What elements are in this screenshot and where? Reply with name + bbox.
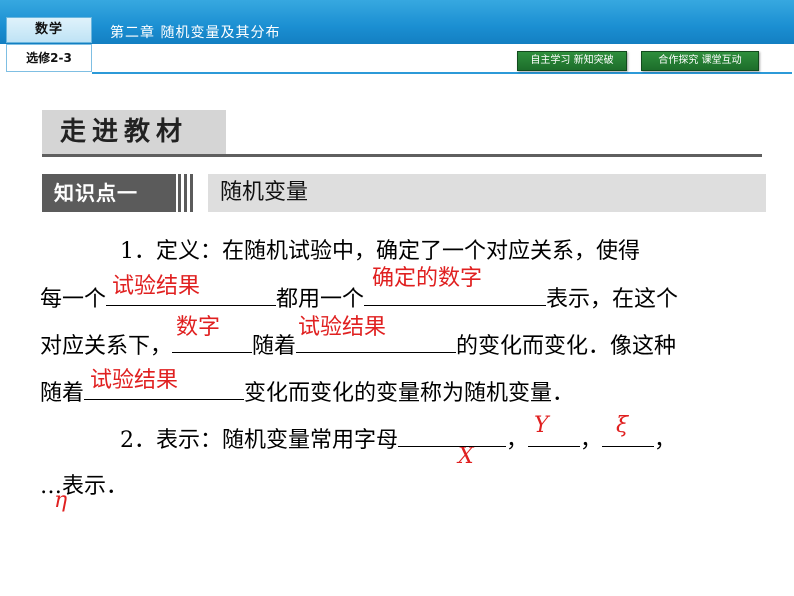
- answer-text: 试验结果: [112, 274, 201, 299]
- text-line: 每一个 试验结果 都用一个 确定的数字 表示，在这个: [40, 266, 770, 322]
- text-fragment: ，: [580, 428, 603, 453]
- cooperative-inquiry-button[interactable]: 合作探究 课堂互动: [641, 51, 759, 71]
- fill-blank: [454, 416, 506, 447]
- answer-text: 数字: [176, 315, 221, 340]
- text-fragment: 的变化而变化．像这种: [456, 334, 677, 359]
- section-title: 走进教材: [42, 110, 226, 154]
- text-fragment: 随着: [252, 334, 297, 359]
- self-study-button[interactable]: 自主学习 新知突破: [517, 51, 627, 71]
- fill-blank: ξ: [602, 413, 655, 447]
- course-label: 选修2-3: [6, 44, 92, 72]
- answer-text: 确定的数字: [372, 266, 483, 291]
- fill-blank: 试验结果: [296, 315, 457, 353]
- knowledge-point-divider-bars: [178, 174, 194, 212]
- text-fragment: 随着: [40, 381, 85, 406]
- text-fragment: 变化而变化的变量称为随机变量．: [244, 381, 575, 406]
- answer-text: η: [54, 488, 68, 513]
- lesson-content: 1．定义：在随机试验中，确定了一个对应关系，使得 每一个 试验结果 都用一个 确定的数…: [40, 228, 770, 513]
- text-fragment: 每一个: [40, 287, 107, 312]
- text-line: 2．表示：随机变量常用字母 X， Y， ξ，: [40, 413, 770, 469]
- section-rule: [42, 154, 762, 157]
- fill-blank: [398, 416, 454, 447]
- answer-text: ξ: [616, 413, 629, 438]
- fill-blank: 试验结果: [84, 368, 245, 400]
- text-fragment: 表示．: [62, 474, 129, 499]
- knowledge-point-title: 随机变量: [208, 174, 766, 212]
- fill-blank: 确定的数字: [364, 266, 547, 306]
- fill-blank: Y: [528, 413, 581, 447]
- answer-text: Y: [534, 413, 549, 438]
- answer-text: 试验结果: [298, 315, 387, 340]
- text-fragment: ，: [654, 428, 677, 453]
- answer-text: 试验结果: [90, 368, 179, 393]
- text-fragment: 表示，在这个: [546, 287, 679, 312]
- text-fragment: 对应关系下，: [40, 334, 173, 359]
- text-line: … η 表示．: [40, 463, 770, 513]
- text-fragment: ，: [506, 428, 529, 453]
- knowledge-point-label: 知识点一: [42, 174, 176, 212]
- fill-blank: 试验结果: [106, 274, 277, 306]
- subject-label: 数学: [6, 17, 92, 43]
- text-line: 随着 试验结果变化而变化的变量称为随机变量．: [40, 368, 770, 416]
- fill-blank: 数字: [172, 315, 253, 353]
- text-fragment: 2．表示：随机变量常用字母: [120, 428, 398, 453]
- chapter-title: 第二章 随机变量及其分布: [110, 25, 281, 41]
- header-divider: [92, 72, 792, 74]
